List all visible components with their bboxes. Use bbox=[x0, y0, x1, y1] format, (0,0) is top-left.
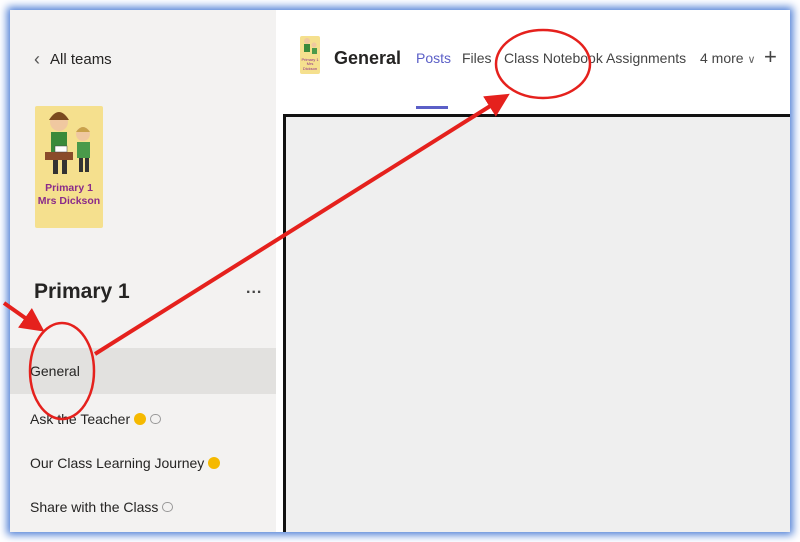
team-avatar: Primary 1 Mrs Dickson bbox=[35, 106, 103, 228]
teacher-and-student-illustration-icon bbox=[304, 38, 317, 54]
channel-share-with-the-class[interactable]: Share with the Class bbox=[10, 484, 276, 530]
team-more-options-icon[interactable]: ... bbox=[246, 280, 262, 298]
chat-bubble-icon bbox=[150, 414, 162, 424]
thinking-face-emoji-icon bbox=[134, 413, 147, 425]
tab-more-label: 4 more bbox=[700, 50, 744, 66]
avatar-text-line-2: Mrs Dickson bbox=[37, 195, 101, 208]
channel-general[interactable]: General bbox=[10, 348, 276, 394]
all-teams-label: All teams bbox=[50, 50, 112, 68]
channel-header: Primary 1 Mrs Dickson General Posts File… bbox=[276, 10, 790, 114]
teams-window: ‹ All teams Primary 1 Mrs Dickson Primar… bbox=[10, 10, 790, 532]
tab-assignments[interactable]: Assignments bbox=[606, 50, 686, 66]
channel-our-class-learning-journey[interactable]: Our Class Learning Journey bbox=[10, 440, 276, 486]
avatar-text-line-1: Primary 1 bbox=[45, 182, 93, 194]
all-teams-link[interactable]: ‹ All teams bbox=[34, 50, 112, 68]
header-avatar-text-line-2: Mrs Dickson bbox=[302, 61, 318, 71]
channel-label: Share with the Class bbox=[30, 499, 159, 515]
chevron-down-icon: ∨ bbox=[747, 54, 756, 66]
channel-content-area bbox=[283, 114, 790, 532]
tab-class-notebook[interactable]: Class Notebook bbox=[504, 50, 603, 66]
tab-files[interactable]: Files bbox=[462, 50, 492, 66]
channel-ask-the-teacher[interactable]: Ask the Teacher bbox=[10, 396, 276, 442]
channel-header-avatar: Primary 1 Mrs Dickson bbox=[300, 36, 320, 74]
chat-bubble-icon bbox=[162, 502, 174, 512]
teacher-and-student-illustration-icon bbox=[45, 112, 90, 174]
sidebar: ‹ All teams Primary 1 Mrs Dickson Primar… bbox=[10, 10, 276, 532]
channel-title: General bbox=[334, 48, 402, 68]
chevron-left-icon: ‹ bbox=[34, 49, 40, 69]
channel-label: General bbox=[30, 363, 80, 379]
tab-posts[interactable]: Posts bbox=[416, 50, 451, 66]
channel-label: Ask the Teacher bbox=[30, 411, 131, 427]
active-tab-indicator bbox=[416, 106, 448, 109]
team-name: Primary 1 bbox=[34, 280, 130, 303]
smiling-face-emoji-icon bbox=[208, 457, 221, 469]
add-tab-button[interactable]: + bbox=[764, 44, 777, 70]
channel-label: Our Class Learning Journey bbox=[30, 455, 205, 471]
tab-more[interactable]: 4 more ∨ bbox=[700, 50, 756, 66]
